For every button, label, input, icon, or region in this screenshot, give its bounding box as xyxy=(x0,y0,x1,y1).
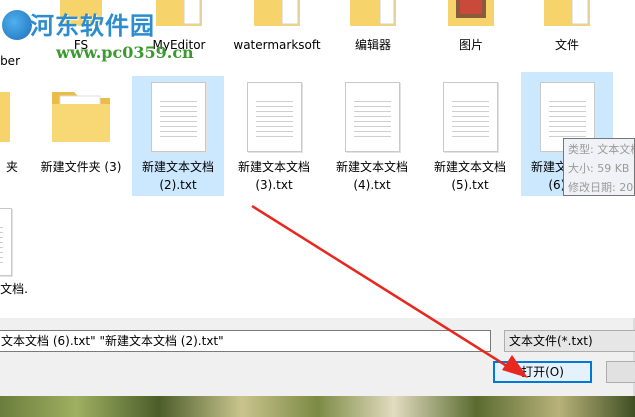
annotation-arrow-icon xyxy=(251,204,528,378)
